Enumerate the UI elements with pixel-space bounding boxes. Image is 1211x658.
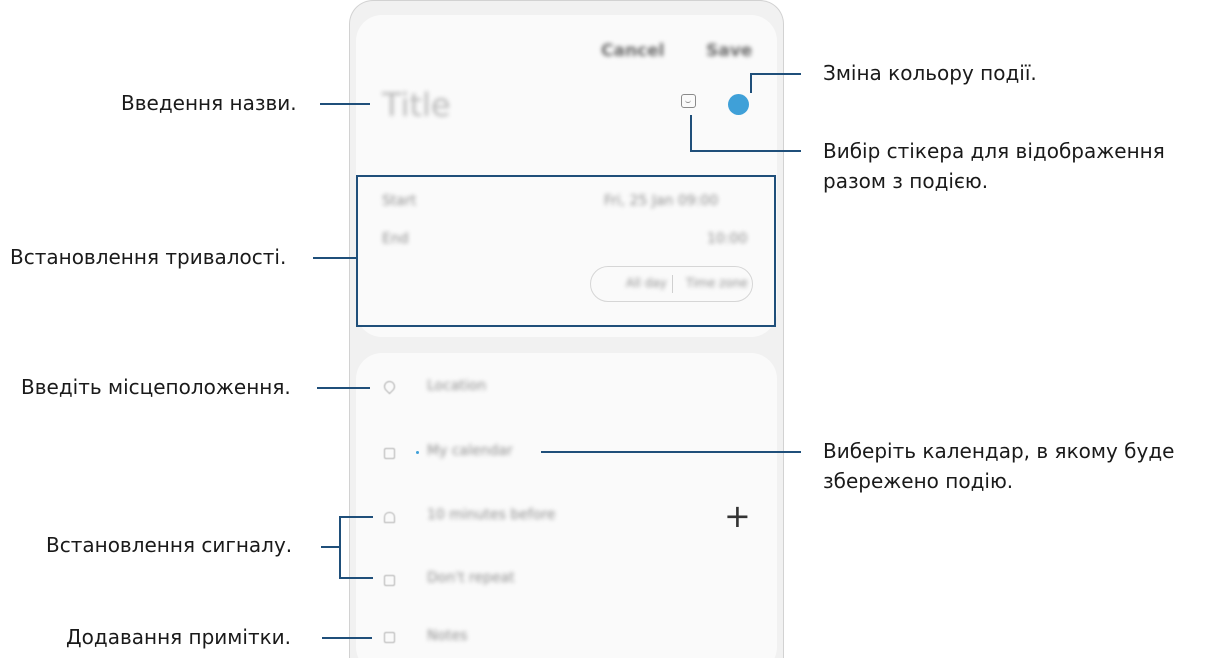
cancel-button[interactable]: Cancel — [601, 41, 664, 61]
event-color-button[interactable] — [728, 94, 749, 115]
callout-line-duration — [313, 257, 356, 259]
callout-line-sticker — [690, 150, 801, 152]
calendar-color-dot — [416, 451, 419, 454]
callout-duration: Встановлення тривалості. — [10, 245, 287, 269]
sticker-icon[interactable] — [681, 94, 696, 108]
callout-line-alarm-stub — [321, 546, 339, 548]
notes-icon — [384, 632, 395, 643]
callout-alarm: Встановлення сигналу. — [46, 533, 293, 557]
repeat-icon — [384, 575, 395, 586]
notes-input[interactable]: Notes — [427, 628, 467, 644]
bell-icon — [384, 512, 395, 523]
add-reminder-icon[interactable]: + — [724, 500, 751, 532]
callout-line-alarm-vertical — [339, 516, 341, 578]
callout-line-color — [750, 73, 801, 75]
callout-title-input: Введення назви. — [121, 91, 297, 115]
calendar-selector[interactable]: My calendar — [427, 443, 513, 459]
location-input[interactable]: Location — [427, 378, 486, 394]
reminder-selector[interactable]: 10 minutes before — [427, 507, 555, 523]
callout-sticker-line1: Вибір стікера для відображення — [823, 139, 1165, 163]
callout-sticker-line2: разом з подією. — [823, 169, 989, 193]
callout-event-color: Зміна кольору події. — [823, 61, 1037, 85]
callout-note: Додавання примітки. — [66, 625, 292, 649]
callout-calendar-line1: Виберіть календар, в якому буде — [823, 439, 1175, 463]
callout-line-alarm-bottom — [339, 577, 373, 579]
calendar-icon — [384, 448, 395, 459]
event-options-card — [356, 353, 777, 658]
callout-line-alarm-top — [339, 516, 373, 518]
callout-line-calendar — [541, 451, 801, 453]
callout-calendar-line2: збережено подію. — [823, 469, 1014, 493]
callout-line-location — [317, 387, 370, 389]
title-input[interactable]: Title — [382, 86, 451, 124]
callout-line-color-down — [750, 73, 752, 93]
callout-line-title — [320, 103, 370, 105]
save-button[interactable]: Save — [706, 41, 752, 61]
callout-line-sticker-vertical — [690, 115, 692, 151]
callout-location: Введіть місцеположення. — [21, 375, 291, 399]
duration-highlight-box — [356, 175, 776, 327]
callout-line-note — [322, 637, 372, 639]
repeat-selector[interactable]: Don't repeat — [427, 570, 515, 586]
